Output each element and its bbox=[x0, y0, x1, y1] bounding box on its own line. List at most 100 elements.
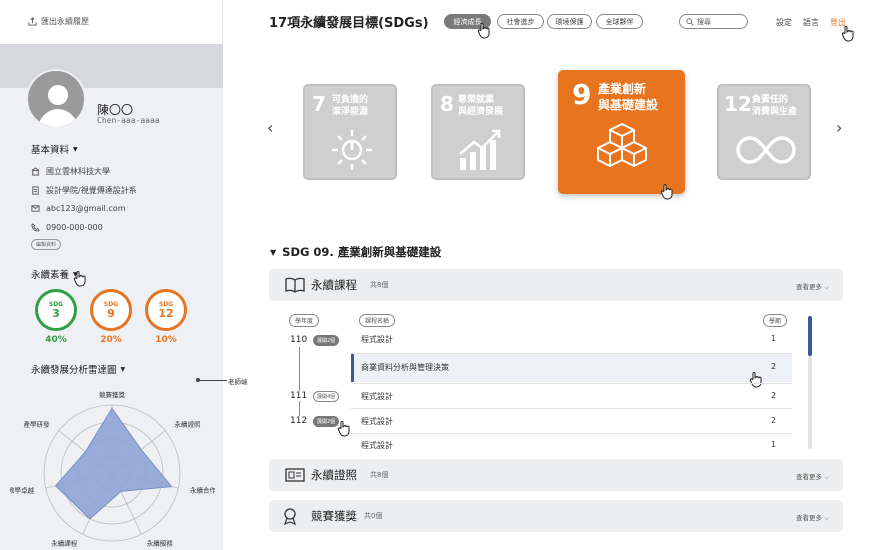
course-name: 商業資料分析與管理決策 bbox=[361, 363, 449, 372]
year-112: 112 bbox=[290, 416, 308, 426]
radar-axis-label: 永續課程 bbox=[51, 538, 78, 547]
sdg-section-heading[interactable]: ▼ SDG 09. 產業創新與基礎建設 bbox=[270, 244, 441, 260]
settings-link[interactable]: 設定 bbox=[776, 17, 792, 28]
certs-label: 永續證照 bbox=[311, 468, 357, 482]
card-title-line1: 產業創新 bbox=[598, 82, 647, 96]
radar-chart: 競賽獲獎永續證照永續合作永續服務 永續課程 教學卓越 產學研發 bbox=[10, 390, 215, 547]
awards-more[interactable]: 查看更多 ⌵ bbox=[796, 512, 829, 523]
sdg8-card[interactable]: 8 尊榮就業 與經濟發展 bbox=[431, 84, 525, 180]
phone-row: 0900-000-000 bbox=[31, 223, 103, 232]
year-111: 111 bbox=[290, 391, 308, 401]
course-period: 1 bbox=[771, 334, 777, 343]
year-110-expand[interactable]: 展開2個 bbox=[313, 335, 340, 346]
award-icon bbox=[284, 508, 296, 525]
sdg7-card[interactable]: 7 可負擔的 潔淨能源 bbox=[303, 84, 397, 180]
sun-power-icon bbox=[332, 130, 372, 170]
card-number: 7 bbox=[312, 92, 326, 116]
department: 設計學院/視覺傳達設計系 bbox=[46, 186, 137, 195]
course-period: 2 bbox=[771, 362, 777, 371]
radar-axis-label: 永續合作 bbox=[190, 485, 215, 494]
caret-down-icon: ▼ bbox=[73, 145, 78, 153]
card-title-line2: 與基礎建設 bbox=[598, 98, 659, 112]
avatar bbox=[26, 69, 86, 129]
card-title-line1: 可負擔的 bbox=[332, 95, 369, 105]
timeline-line bbox=[299, 347, 300, 422]
card-number: 8 bbox=[440, 92, 454, 116]
courses-more[interactable]: 查看更多 ⌵ bbox=[796, 281, 829, 292]
carousel-next-button[interactable]: › bbox=[836, 118, 842, 137]
pill-social[interactable]: 社會進步 bbox=[497, 14, 544, 29]
course-row[interactable]: 程式設計 2 bbox=[351, 384, 792, 410]
ring-number: 9 bbox=[107, 306, 115, 320]
sdg12-card[interactable]: 12 負責任的 消費與生產 bbox=[717, 84, 811, 180]
radar-axis-label: 產學研發 bbox=[23, 419, 50, 428]
course-name: 程式設計 bbox=[361, 335, 393, 344]
export-resume-button[interactable]: 匯出永續履歷 bbox=[28, 16, 89, 27]
courses-count: 共8個 bbox=[370, 281, 389, 289]
course-name: 程式設計 bbox=[361, 417, 393, 426]
teacher-note: 老師端 bbox=[228, 378, 248, 386]
year-112-expand[interactable]: 展開2個 bbox=[313, 416, 340, 427]
sdg9-card[interactable]: 9 產業創新 與基礎建設 bbox=[558, 70, 685, 194]
literacy-toggle[interactable]: 永續素養 ▼ bbox=[31, 267, 78, 281]
growth-chart-icon bbox=[459, 129, 501, 170]
sdg3-ring: SDG 3 bbox=[35, 289, 77, 331]
course-row[interactable]: 程式設計 1 bbox=[351, 327, 792, 353]
sdg9-percent: 20% bbox=[100, 335, 122, 345]
card-number: 12 bbox=[724, 92, 752, 116]
pointer-hand-icon bbox=[477, 23, 490, 39]
document-icon bbox=[32, 186, 39, 195]
more-label: 查看更多 bbox=[796, 473, 822, 481]
course-period: 2 bbox=[771, 416, 777, 425]
carousel-prev-button[interactable]: ‹ bbox=[267, 118, 273, 137]
card-number: 9 bbox=[572, 78, 592, 111]
user-id: Chen-aaa-aaaa bbox=[97, 116, 160, 125]
course-row[interactable]: 商業資料分析與管理決策 2 bbox=[351, 354, 792, 382]
year-111-expand[interactable]: 展開4個 bbox=[313, 391, 340, 402]
certs-accordion[interactable]: 永續證照 共8個 查看更多 ⌵ bbox=[269, 459, 843, 491]
card-title-line2: 與經濟發展 bbox=[458, 107, 504, 117]
radar-title: 永續發展分析雷達圖 bbox=[31, 365, 117, 376]
pointer-hand-icon bbox=[337, 421, 350, 437]
courses-accordion[interactable]: 永續課程 共8個 查看更多 ⌵ bbox=[269, 269, 843, 301]
card-title-line1: 尊榮就業 bbox=[458, 95, 495, 105]
radar-series-area bbox=[54, 407, 173, 520]
course-name: 程式設計 bbox=[361, 441, 393, 450]
course-row[interactable]: 程式設計 1 bbox=[351, 434, 792, 452]
awards-count: 共0個 bbox=[364, 512, 383, 520]
col-name-header: 課程名稱 bbox=[359, 314, 396, 327]
courses-scrollbar-thumb[interactable] bbox=[808, 316, 812, 356]
sdg-section-title: SDG 09. 產業創新與基礎建設 bbox=[282, 245, 442, 259]
col-period-header: 學期 bbox=[763, 314, 788, 327]
language-link[interactable]: 語言 bbox=[803, 17, 819, 28]
edit-profile-button[interactable]: 編輯資料 bbox=[31, 239, 62, 250]
col-year-header: 學年度 bbox=[289, 314, 320, 327]
literacy-title: 永續素養 bbox=[31, 270, 70, 281]
email-row: abc123@gmail.com bbox=[31, 204, 126, 213]
sdg9-ring: SDG 9 bbox=[90, 289, 132, 331]
phone-icon bbox=[31, 223, 40, 232]
book-icon bbox=[285, 277, 305, 293]
radar-axis-label: 競賽獲獎 bbox=[99, 390, 126, 399]
building-icon bbox=[31, 167, 40, 176]
school: 國立雲林科技大學 bbox=[46, 167, 110, 176]
email: abc123@gmail.com bbox=[46, 204, 126, 213]
pointer-hand-icon bbox=[73, 271, 86, 287]
radar-toggle[interactable]: 永續發展分析雷達圖 ▼ bbox=[31, 362, 125, 376]
awards-accordion[interactable]: 競賽獲獎 共0個 查看更多 ⌵ bbox=[269, 500, 843, 532]
sdg3-percent: 40% bbox=[45, 335, 67, 345]
search-input[interactable]: 搜尋 bbox=[679, 14, 748, 29]
card-title-line2: 消費與生產 bbox=[752, 107, 798, 117]
certs-more[interactable]: 查看更多 ⌵ bbox=[796, 471, 829, 482]
pill-partnership[interactable]: 全球夥伴 bbox=[596, 14, 643, 29]
course-row[interactable]: 程式設計 2 bbox=[351, 409, 792, 435]
search-icon bbox=[686, 17, 694, 25]
course-period: 1 bbox=[771, 440, 777, 449]
export-label: 匯出永續履歷 bbox=[41, 17, 89, 26]
course-period: 2 bbox=[771, 391, 777, 400]
department-row: 設計學院/視覺傳達設計系 bbox=[31, 185, 137, 196]
teacher-note-dot bbox=[196, 378, 200, 382]
basic-info-toggle[interactable]: 基本資料 ▼ bbox=[31, 142, 78, 156]
sdg12-percent: 10% bbox=[155, 335, 177, 345]
pill-environment[interactable]: 環境保護 bbox=[547, 14, 592, 29]
